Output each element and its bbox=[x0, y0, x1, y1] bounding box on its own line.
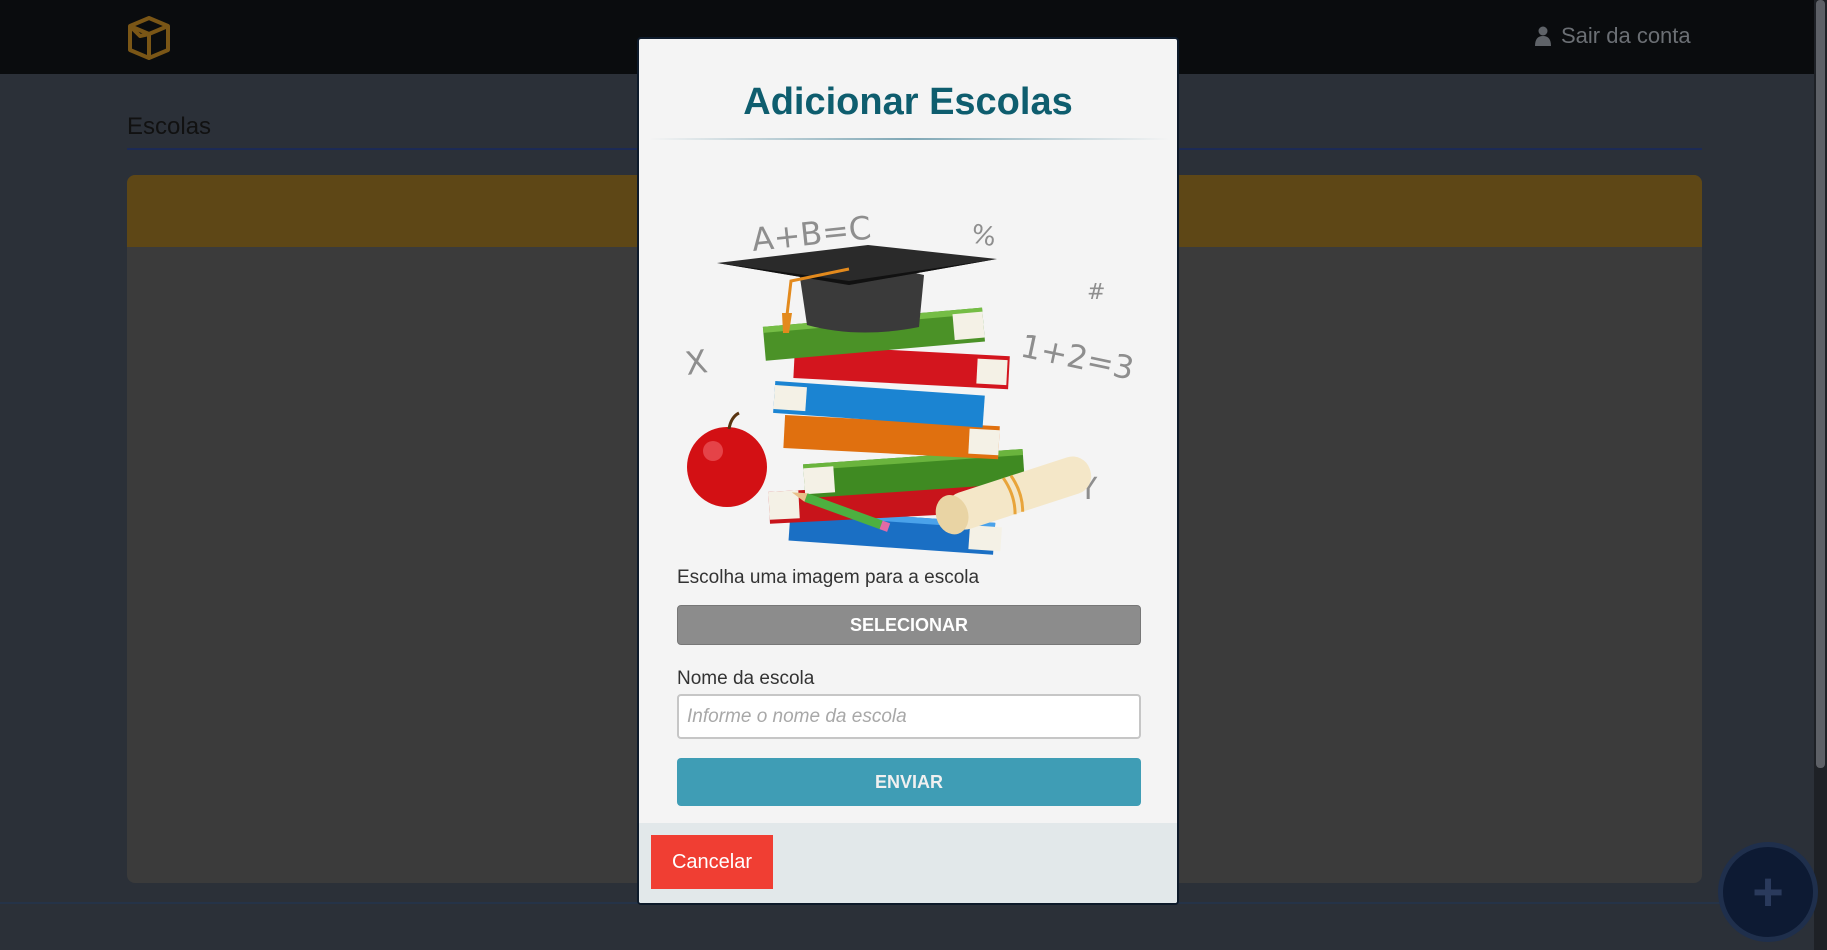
scrollbar-thumb[interactable] bbox=[1816, 0, 1825, 768]
logout-link[interactable]: Sair da conta bbox=[1535, 22, 1691, 50]
page-scrollbar[interactable] bbox=[1814, 0, 1827, 950]
page-title: Escolas bbox=[127, 113, 212, 140]
add-school-fab[interactable]: + bbox=[1718, 842, 1818, 942]
cancel-button[interactable]: Cancelar bbox=[651, 835, 773, 889]
modal-footer: Cancelar bbox=[639, 823, 1177, 903]
apple-shape bbox=[687, 411, 767, 507]
title-divider bbox=[649, 138, 1169, 140]
percent-symbol: % bbox=[969, 219, 999, 253]
formula-text-2: 1+2=3 bbox=[1017, 327, 1137, 388]
school-name-input[interactable] bbox=[677, 694, 1141, 739]
user-icon bbox=[1535, 26, 1551, 46]
logout-label: Sair da conta bbox=[1561, 23, 1691, 48]
books-graduation-illustration: A+B=C % # 1+2=3 X @ Y bbox=[683, 209, 1137, 555]
open-box-icon[interactable] bbox=[126, 14, 172, 60]
school-name-label: Nome da escola bbox=[677, 668, 815, 689]
image-field-label: Escolha uma imagem para a escola bbox=[677, 567, 980, 588]
plus-icon: + bbox=[1752, 862, 1784, 922]
x-symbol: X bbox=[683, 342, 710, 383]
hash-symbol: # bbox=[1087, 280, 1105, 305]
modal-title: Adicionar Escolas bbox=[743, 81, 1073, 123]
submit-button[interactable]: ENVIAR bbox=[677, 758, 1141, 806]
add-school-modal: Adicionar Escolas A+B=C % # 1+2=3 X @ Y bbox=[637, 37, 1179, 905]
select-image-button[interactable]: SELECIONAR bbox=[677, 605, 1141, 645]
